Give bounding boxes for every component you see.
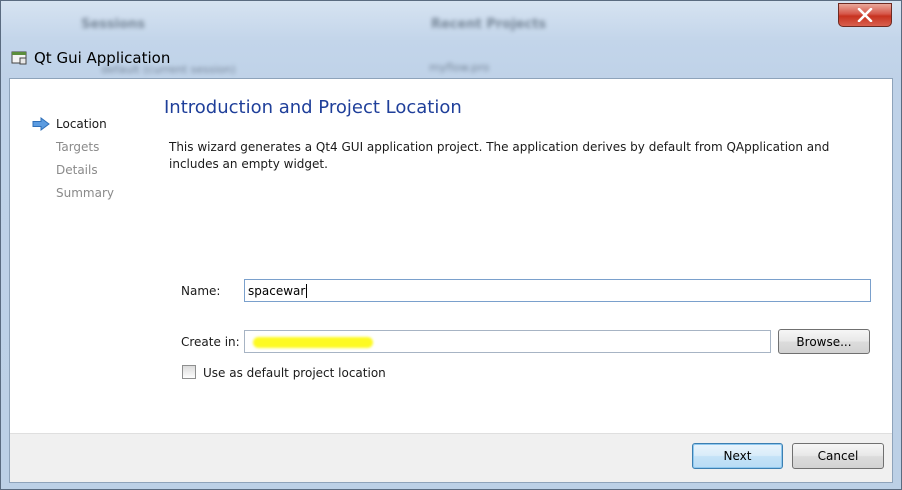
- wizard-step-location: Location: [32, 112, 114, 135]
- close-window-button[interactable]: [838, 3, 892, 27]
- next-button[interactable]: Next: [692, 443, 783, 469]
- wizard-step-label: Targets: [56, 139, 100, 154]
- default-location-checkbox[interactable]: [182, 365, 196, 379]
- wizard-step-label: Location: [56, 116, 107, 131]
- wizard-window: Sessions Recent Projects default (curren…: [0, 0, 902, 490]
- name-input[interactable]: spacewar: [244, 279, 871, 302]
- wizard-footer: Next Cancel: [10, 433, 892, 482]
- wizard-steps-list: Location Targets Details Summary: [32, 112, 114, 204]
- background-project-item: myflow.pro: [429, 61, 490, 74]
- wizard-step-label: Details: [56, 162, 98, 177]
- browse-button[interactable]: Browse...: [778, 329, 870, 354]
- redaction-highlight: [253, 337, 373, 348]
- wizard-client-area: Location Targets Details Summary Introdu…: [9, 78, 893, 483]
- name-label: Name:: [181, 284, 221, 298]
- text-caret: [306, 283, 308, 298]
- wizard-step-label: Summary: [56, 185, 114, 200]
- close-icon: [857, 8, 873, 22]
- title-bar: Qt Gui Application: [11, 47, 170, 69]
- name-input-value: spacewar: [248, 283, 306, 298]
- window-title: Qt Gui Application: [34, 49, 171, 67]
- background-window-blur: Sessions Recent Projects default (curren…: [1, 1, 901, 81]
- create-in-input[interactable]: [244, 330, 771, 353]
- current-step-arrow-icon: [32, 116, 50, 131]
- wizard-step-targets: Targets: [32, 135, 114, 158]
- page-title: Introduction and Project Location: [164, 97, 462, 118]
- wizard-step-details: Details: [32, 158, 114, 181]
- cancel-button[interactable]: Cancel: [792, 443, 884, 469]
- background-heading-recent-projects: Recent Projects: [431, 17, 547, 32]
- default-location-label: Use as default project location: [203, 366, 386, 380]
- background-heading-sessions: Sessions: [81, 17, 146, 32]
- wizard-description: This wizard generates a Qt4 GUI applicat…: [169, 140, 830, 171]
- create-in-label: Create in:: [181, 335, 240, 349]
- application-window-icon: [11, 51, 27, 65]
- wizard-step-summary: Summary: [32, 181, 114, 204]
